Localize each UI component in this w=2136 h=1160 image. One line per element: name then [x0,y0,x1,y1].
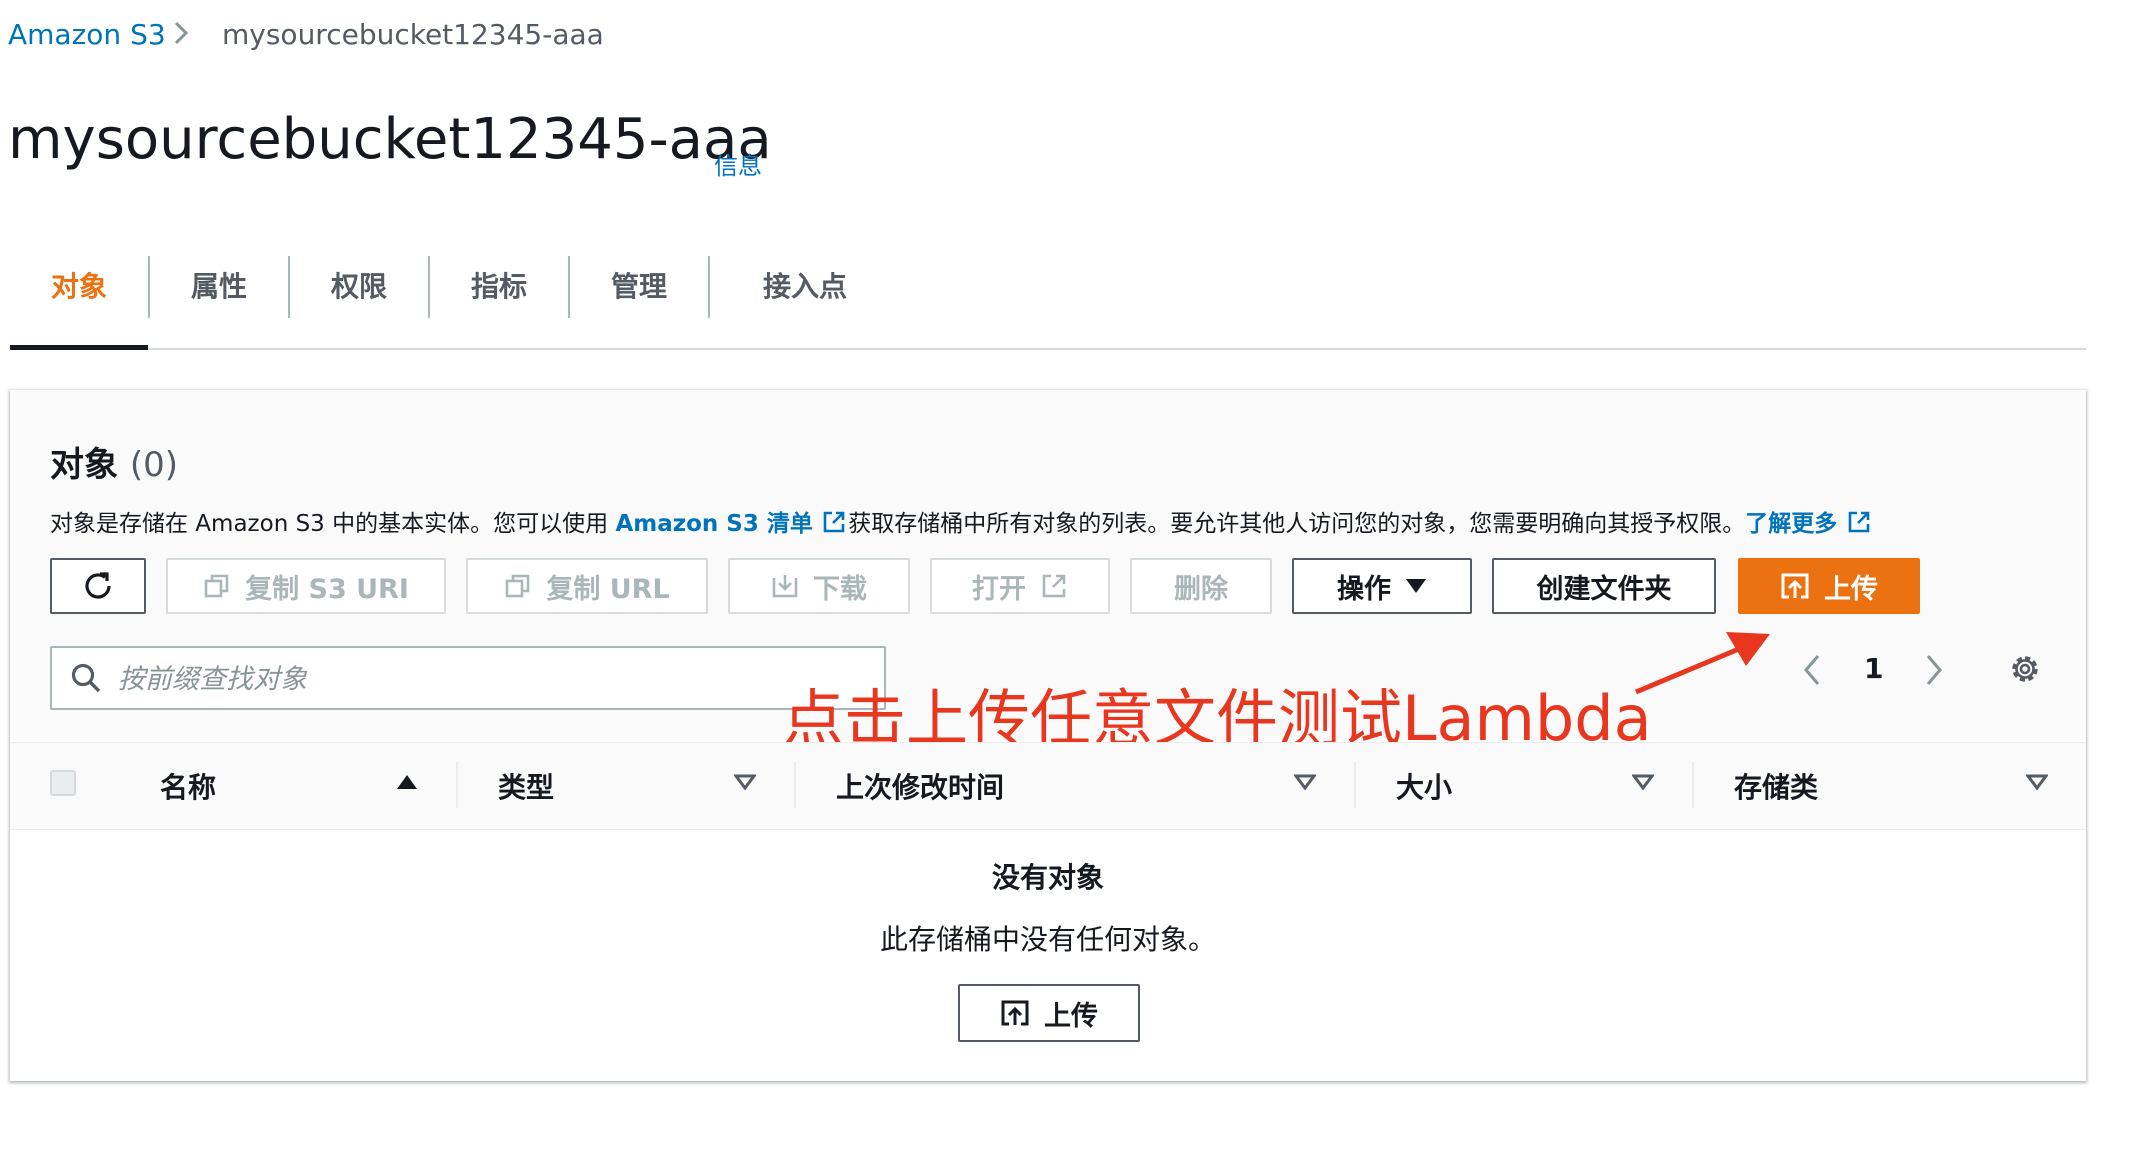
external-link-icon [1848,511,1869,533]
caret-down-icon [1406,579,1426,593]
download-label: 下载 [813,573,867,605]
search-input[interactable] [116,656,860,702]
tab-objects[interactable]: 对象 [10,256,148,350]
gear-icon [2012,656,2038,682]
create-folder-label: 创建文件夹 [1536,573,1672,605]
previous-page-button[interactable] [1800,652,1824,692]
breadcrumb-current: mysourcebucket12345-aaa [222,18,604,51]
prefix-search [50,646,886,710]
download-button[interactable]: 下载 [728,558,910,614]
upload-icon [1781,573,1809,599]
external-link-icon [823,511,845,533]
chevron-right-icon [170,18,192,52]
delete-label: 删除 [1174,573,1228,605]
open-label: 打开 [972,573,1026,605]
desc-text-2: 获取存储桶中所有对象的列表。要允许其他人访问您的对象，您需要明确向其授予权限。 [848,511,1746,537]
search-icon [71,663,101,693]
column-header-last-modified[interactable]: 上次修改时间 [836,766,1004,806]
column-divider [1354,762,1356,808]
column-divider [794,762,796,808]
download-icon [772,575,798,598]
refresh-icon [85,572,111,599]
empty-state-text: 此存储桶中没有任何对象。 [879,923,1216,956]
copy-url-button[interactable]: 复制 URL [466,558,708,614]
sort-caret-down-icon[interactable] [1294,774,1316,790]
select-all-checkbox[interactable] [50,770,76,796]
chevron-left-icon [1804,655,1820,685]
breadcrumb-amazon-s3[interactable]: Amazon S3 [8,18,166,51]
column-header-size[interactable]: 大小 [1396,766,1452,806]
external-link-icon [1042,574,1066,598]
preferences-button[interactable] [2006,650,2044,692]
tab-access-points[interactable]: 接入点 [710,256,900,346]
column-divider [456,762,458,808]
upload-label: 上传 [1824,573,1878,605]
empty-upload-label: 上传 [1044,1000,1098,1032]
next-page-button[interactable] [1922,652,1946,692]
delete-button[interactable]: 删除 [1130,558,1272,614]
sort-caret-down-icon[interactable] [2026,774,2048,790]
desc-text-1: 对象是存储在 Amazon S3 中的基本实体。您可以使用 [50,511,616,537]
tab-management[interactable]: 管理 [570,256,708,346]
copy-s3-uri-button[interactable]: 复制 S3 URI [166,558,446,614]
objects-description: 对象是存储在 Amazon S3 中的基本实体。您可以使用 Amazon S3 … [50,504,1873,538]
copy-icon [506,574,530,598]
tab-permissions[interactable]: 权限 [290,256,428,346]
objects-heading: 对象 (0) [50,437,178,486]
upload-icon [1001,1000,1029,1026]
actions-dropdown[interactable]: 操作 [1292,558,1472,614]
copy-icon [204,574,229,598]
empty-state-upload-button[interactable]: 上传 [958,984,1140,1042]
inventory-link[interactable]: Amazon S3 清单 [615,511,812,537]
page-title: mysourcebucket12345-aaa [8,107,772,172]
objects-title: 对象 [50,445,118,485]
tab-properties[interactable]: 属性 [150,256,288,346]
page-number[interactable]: 1 [1864,652,1883,685]
column-header-name[interactable]: 名称 [160,766,216,806]
annotation-arrow-icon [1635,632,1770,695]
upload-button[interactable]: 上传 [1738,558,1920,614]
refresh-button[interactable] [50,558,146,614]
actions-label: 操作 [1337,573,1391,605]
create-folder-button[interactable]: 创建文件夹 [1492,558,1716,614]
learn-more-link[interactable]: 了解更多 [1745,511,1837,537]
tab-bar: 对象 属性 权限 指标 管理 接入点 [10,256,2086,350]
tab-metrics[interactable]: 指标 [430,256,568,346]
sort-caret-down-icon[interactable] [1632,774,1654,790]
sort-ascending-icon[interactable] [396,774,418,790]
objects-count: (0) [129,445,179,485]
column-divider [1692,762,1694,808]
column-header-type[interactable]: 类型 [498,766,554,806]
empty-state-title: 没有对象 [991,861,1104,894]
open-button[interactable]: 打开 [930,558,1110,614]
column-header-storage-class[interactable]: 存储类 [1734,766,1818,806]
copy-s3-uri-label: 复制 S3 URI [245,573,409,605]
info-link[interactable]: 信息 [714,146,762,181]
copy-url-label: 复制 URL [546,573,670,605]
chevron-right-icon [1926,655,1942,685]
sort-caret-down-icon[interactable] [734,774,756,790]
